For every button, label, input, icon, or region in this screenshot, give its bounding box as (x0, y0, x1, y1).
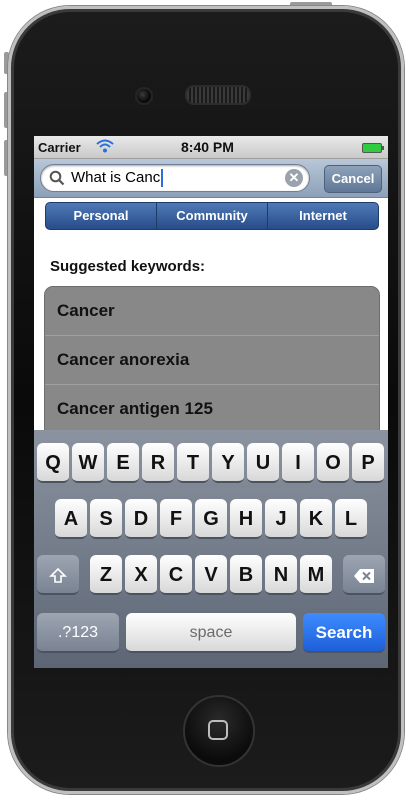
key-x[interactable]: X (125, 555, 157, 595)
suggested-keywords-title: Suggested keywords: (50, 258, 206, 275)
search-input[interactable]: What is Canc ✕ (40, 164, 310, 192)
cancel-button[interactable]: Cancel (324, 165, 382, 193)
search-query-text: What is Canc (71, 169, 164, 187)
key-p[interactable]: P (352, 443, 384, 483)
key-e[interactable]: E (107, 443, 139, 483)
key-f[interactable]: F (160, 499, 192, 539)
key-i[interactable]: I (282, 443, 314, 483)
status-bar: Carrier 8:40 PM (34, 136, 388, 159)
key-w[interactable]: W (72, 443, 104, 483)
key-g[interactable]: G (195, 499, 227, 539)
camera-icon (135, 87, 153, 105)
key-r[interactable]: R (142, 443, 174, 483)
key-c[interactable]: C (160, 555, 192, 595)
search-bar: What is Canc ✕ Cancel (34, 159, 388, 198)
space-key[interactable]: space (126, 613, 296, 653)
key-n[interactable]: N (265, 555, 297, 595)
key-d[interactable]: D (125, 499, 157, 539)
battery-icon (362, 143, 384, 153)
key-a[interactable]: A (55, 499, 87, 539)
key-v[interactable]: V (195, 555, 227, 595)
list-item[interactable]: Cancer antigen 125 (45, 385, 379, 434)
wifi-icon (96, 139, 114, 153)
key-l[interactable]: L (335, 499, 367, 539)
scope-segmented-control: Personal Community Internet (45, 202, 379, 230)
keyboard: Q W E R T Y U I O P A S D F G H J K L Z … (34, 430, 388, 668)
key-u[interactable]: U (247, 443, 279, 483)
key-o[interactable]: O (317, 443, 349, 483)
key-h[interactable]: H (230, 499, 262, 539)
time-label: 8:40 PM (181, 139, 234, 155)
key-y[interactable]: Y (212, 443, 244, 483)
key-s[interactable]: S (90, 499, 122, 539)
key-k[interactable]: K (300, 499, 332, 539)
list-item[interactable]: Cancer (45, 287, 379, 336)
list-item[interactable]: Cancer anorexia (45, 336, 379, 385)
key-j[interactable]: J (265, 499, 297, 539)
numbers-key[interactable]: .?123 (37, 613, 119, 653)
key-q[interactable]: Q (37, 443, 69, 483)
segment-internet[interactable]: Internet (268, 203, 378, 229)
home-button[interactable] (183, 695, 255, 767)
shift-icon (49, 567, 67, 583)
delete-key[interactable] (343, 555, 385, 595)
stage: Carrier 8:40 PM What is Canc ✕ Cancel Pe… (0, 0, 410, 798)
key-t[interactable]: T (177, 443, 209, 483)
key-z[interactable]: Z (90, 555, 122, 595)
search-icon (49, 170, 65, 186)
clear-icon[interactable]: ✕ (285, 169, 303, 187)
speaker-grille (185, 85, 251, 105)
shift-key[interactable] (37, 555, 79, 595)
screen: Carrier 8:40 PM What is Canc ✕ Cancel Pe… (34, 136, 388, 668)
key-m[interactable]: M (300, 555, 332, 595)
backspace-icon (354, 568, 374, 583)
segment-community[interactable]: Community (157, 203, 268, 229)
key-b[interactable]: B (230, 555, 262, 595)
segment-personal[interactable]: Personal (46, 203, 157, 229)
home-square-icon (208, 720, 228, 740)
keyword-list: Cancer Cancer anorexia Cancer antigen 12… (44, 286, 380, 448)
search-key[interactable]: Search (303, 613, 385, 653)
carrier-label: Carrier (38, 140, 81, 155)
